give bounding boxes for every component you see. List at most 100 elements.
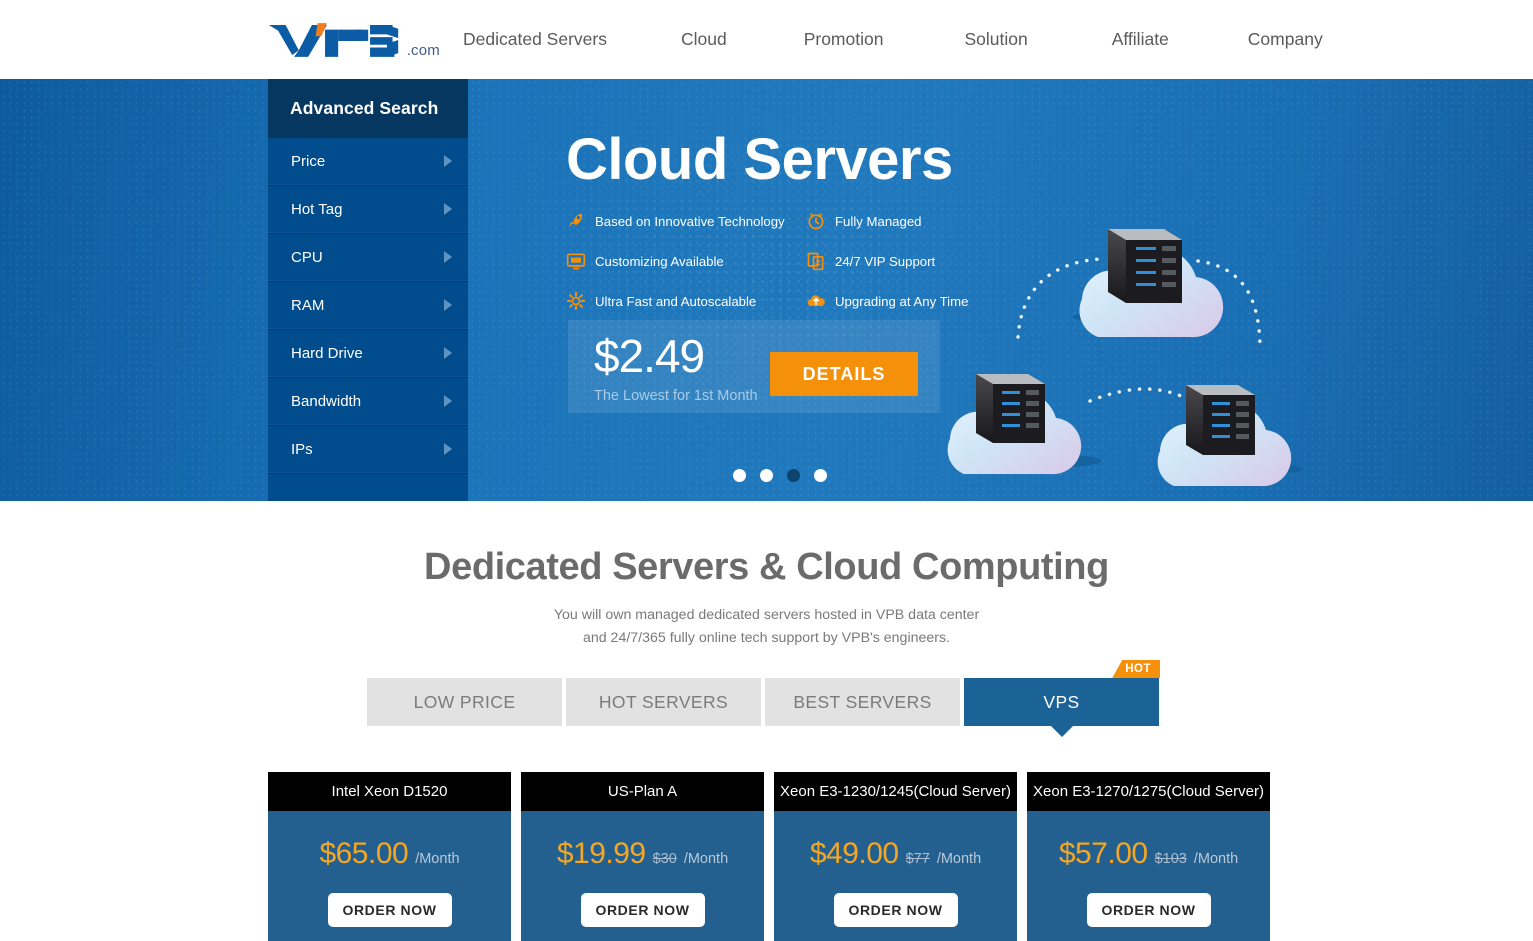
hot-badge: HOT bbox=[1112, 660, 1160, 678]
sidebar-item-price[interactable]: Price bbox=[268, 137, 468, 185]
order-now-button[interactable]: ORDER NOW bbox=[580, 893, 705, 927]
hero-feature-item: Customizing Available bbox=[566, 251, 806, 271]
product-card-body: $65.00 /Month ORDER NOW bbox=[268, 811, 511, 941]
chevron-right-icon bbox=[444, 347, 452, 359]
product-price-period: /Month bbox=[415, 851, 460, 867]
chevron-right-icon bbox=[444, 251, 452, 263]
section-title: Dedicated Servers & Cloud Computing bbox=[424, 546, 1109, 588]
product-price: $19.99 bbox=[556, 837, 646, 870]
order-now-button[interactable]: ORDER NOW bbox=[833, 893, 958, 927]
hero-feature-label: Ultra Fast and Autoscalable bbox=[595, 293, 757, 309]
documents-icon bbox=[807, 252, 824, 271]
product-price-row: $19.99 $30 /Month bbox=[521, 837, 764, 871]
nav-item-dedicated-servers[interactable]: Dedicated Servers bbox=[463, 29, 607, 50]
hero-price-box: $2.49 The Lowest for 1st Month DETAILS bbox=[568, 320, 940, 413]
hero-banner: Advanced Search Price Hot Tag CPU RAM Ha… bbox=[0, 79, 1533, 501]
product-price: $57.00 bbox=[1058, 837, 1148, 870]
carousel-dot-1[interactable] bbox=[733, 469, 746, 482]
monitor-icon bbox=[566, 253, 586, 270]
nav-item-company[interactable]: Company bbox=[1248, 29, 1323, 50]
section-subtitle-line-2: and 24/7/365 fully online tech support b… bbox=[582, 630, 951, 646]
sidebar-item-ips[interactable]: IPs bbox=[268, 425, 468, 473]
product-card-body: $49.00 $77 /Month ORDER NOW bbox=[774, 811, 1017, 941]
product-card-title: Intel Xeon D1520 bbox=[268, 772, 511, 811]
chevron-right-icon bbox=[444, 299, 452, 311]
tab-best-servers[interactable]: BEST SERVERS bbox=[765, 678, 960, 726]
product-price-row: $49.00 $77 /Month bbox=[774, 837, 1017, 871]
sidebar-overflow-stub bbox=[268, 473, 468, 501]
product-card-body: $19.99 $30 /Month ORDER NOW bbox=[521, 811, 764, 941]
product-card-title: Xeon E3-1270/1275(Cloud Server) bbox=[1027, 772, 1270, 811]
tab-active-caret-icon bbox=[1050, 726, 1073, 737]
product-price: $49.00 bbox=[809, 837, 899, 870]
product-price-row: $57.00 $103 /Month bbox=[1027, 837, 1270, 871]
advanced-search-sidebar: Advanced Search Price Hot Tag CPU RAM Ha… bbox=[268, 79, 468, 501]
product-card-body: $57.00 $103 /Month ORDER NOW bbox=[1027, 811, 1270, 941]
chevron-right-icon bbox=[444, 395, 452, 407]
carousel-dot-2[interactable] bbox=[760, 469, 773, 482]
hero-title: Cloud Servers bbox=[566, 127, 953, 192]
sidebar-item-label: CPU bbox=[291, 248, 323, 266]
products-section: Dedicated Servers & Cloud Computing You … bbox=[0, 501, 1533, 941]
product-old-price: $103 bbox=[1154, 851, 1187, 867]
carousel-dot-3-active[interactable] bbox=[787, 469, 800, 482]
top-navigation-bar: .com Dedicated Servers Cloud Promotion S… bbox=[0, 0, 1533, 79]
sidebar-title: Advanced Search bbox=[268, 79, 468, 137]
nav-item-affiliate[interactable]: Affiliate bbox=[1112, 29, 1169, 50]
product-card[interactable]: Xeon E3-1230/1245(Cloud Server) $49.00 $… bbox=[774, 772, 1017, 941]
product-card-title: US-Plan A bbox=[521, 772, 764, 811]
product-card[interactable]: Xeon E3-1270/1275(Cloud Server) $57.00 $… bbox=[1027, 772, 1270, 941]
hero-feature-label: Customizing Available bbox=[595, 253, 724, 269]
product-price-period: /Month bbox=[683, 851, 729, 867]
product-price-period: /Month bbox=[936, 851, 982, 867]
nav-item-cloud[interactable]: Cloud bbox=[681, 29, 727, 50]
vpb-logo-mark bbox=[268, 23, 399, 57]
sidebar-item-hot-tag[interactable]: Hot Tag bbox=[268, 185, 468, 233]
product-card-title: Xeon E3-1230/1245(Cloud Server) bbox=[774, 772, 1017, 811]
sidebar-item-cpu[interactable]: CPU bbox=[268, 233, 468, 281]
hero-feature-label: Based on Innovative Technology bbox=[595, 213, 785, 229]
product-price-period: /Month bbox=[1193, 851, 1239, 867]
product-card-list: Intel Xeon D1520 $65.00 /Month ORDER NOW… bbox=[268, 772, 1270, 941]
tab-label: HOT SERVERS bbox=[598, 691, 729, 712]
product-category-tabs: LOW PRICE HOT SERVERS BEST SERVERS HOT V… bbox=[367, 660, 1160, 737]
product-price-row: $65.00 /Month bbox=[268, 837, 511, 871]
logo-domain-suffix: .com bbox=[406, 42, 440, 59]
hero-price-amount: $2.49 bbox=[594, 330, 705, 382]
hero-feature-item: Ultra Fast and Autoscalable bbox=[566, 291, 806, 311]
hero-feature-item: Based on Innovative Technology bbox=[566, 211, 806, 231]
order-now-button[interactable]: ORDER NOW bbox=[1086, 893, 1211, 927]
sidebar-item-label: Bandwidth bbox=[291, 392, 362, 410]
tab-low-price[interactable]: LOW PRICE bbox=[367, 678, 562, 726]
order-now-button[interactable]: ORDER NOW bbox=[327, 893, 452, 927]
product-price: $65.00 bbox=[319, 837, 409, 870]
sidebar-item-label: Hot Tag bbox=[291, 200, 343, 218]
tab-vps[interactable]: HOT VPS bbox=[964, 660, 1160, 737]
product-card[interactable]: Intel Xeon D1520 $65.00 /Month ORDER NOW bbox=[268, 772, 511, 941]
sidebar-item-label: Hard Drive bbox=[291, 344, 363, 362]
nav-item-promotion[interactable]: Promotion bbox=[804, 29, 884, 50]
sidebar-item-label: Price bbox=[291, 152, 326, 170]
chevron-right-icon bbox=[444, 203, 452, 215]
sidebar-item-bandwidth[interactable]: Bandwidth bbox=[268, 377, 468, 425]
carousel-dot-4[interactable] bbox=[814, 469, 827, 482]
sidebar-item-ram[interactable]: RAM bbox=[268, 281, 468, 329]
product-old-price: $77 bbox=[905, 851, 930, 867]
site-logo[interactable]: .com bbox=[265, 16, 440, 62]
cloud-upload-icon bbox=[807, 295, 825, 306]
rocket-icon bbox=[569, 213, 582, 228]
details-button[interactable]: DETAILS bbox=[770, 352, 918, 396]
hero-price-caption: The Lowest for 1st Month bbox=[594, 388, 758, 404]
sidebar-item-hard-drive[interactable]: Hard Drive bbox=[268, 329, 468, 377]
nav-item-solution[interactable]: Solution bbox=[964, 29, 1027, 50]
tab-hot-servers[interactable]: HOT SERVERS bbox=[566, 678, 761, 726]
chevron-right-icon bbox=[444, 155, 452, 167]
sidebar-item-label: RAM bbox=[291, 296, 325, 314]
hero-feature-list: Based on Innovative Technology Fully Man… bbox=[566, 211, 986, 311]
product-card[interactable]: US-Plan A $19.99 $30 /Month ORDER NOW bbox=[521, 772, 764, 941]
tab-label: LOW PRICE bbox=[413, 691, 516, 712]
section-subtitle-line-1: You will own managed dedicated servers h… bbox=[553, 607, 980, 623]
cloud-servers-illustration bbox=[947, 229, 1302, 487]
sidebar-item-label: IPs bbox=[291, 440, 313, 458]
main-menu: Dedicated Servers Cloud Promotion Soluti… bbox=[463, 0, 1323, 79]
